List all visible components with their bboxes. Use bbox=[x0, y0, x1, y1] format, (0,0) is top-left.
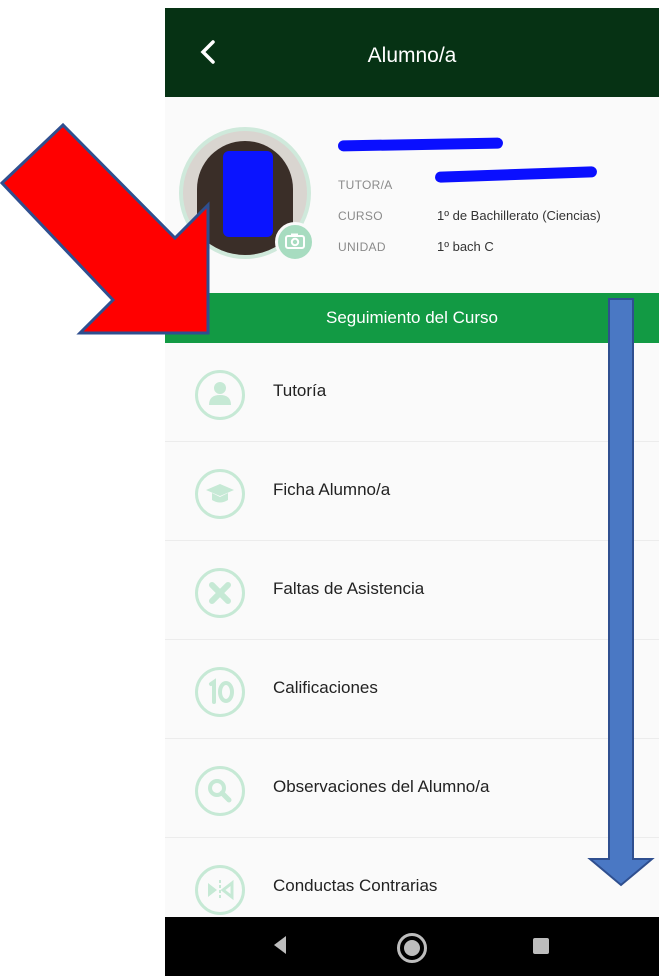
graduation-cap-icon bbox=[195, 469, 245, 519]
menu-item-faltas-asistencia[interactable]: Faltas de Asistencia bbox=[165, 541, 659, 640]
menu-item-tutoria[interactable]: Tutoría bbox=[165, 343, 659, 442]
menu-item-calificaciones[interactable]: Calificaciones bbox=[165, 640, 659, 739]
redacted-face bbox=[223, 151, 273, 237]
curso-value: 1º de Bachillerato (Ciencias) bbox=[437, 208, 601, 223]
split-arrows-icon bbox=[195, 865, 245, 915]
ten-grade-icon bbox=[195, 667, 245, 717]
menu-item-label: Tutoría bbox=[273, 381, 327, 400]
redacted-tutor-name bbox=[434, 166, 598, 183]
menu-item-observaciones[interactable]: Observaciones del Alumno/a bbox=[165, 739, 659, 838]
phone-screen: Alumno/a TUTOR/A CURSO 1º de Bachillerat… bbox=[165, 8, 659, 976]
menu-item-label: Conductas Contrarias bbox=[273, 876, 438, 895]
nav-recent-apps-icon[interactable] bbox=[533, 938, 549, 954]
system-navigation-bar bbox=[165, 917, 659, 976]
unidad-value: 1º bach C bbox=[437, 239, 494, 254]
unidad-label: UNIDAD bbox=[338, 240, 386, 254]
student-profile: TUTOR/A CURSO 1º de Bachillerato (Cienci… bbox=[165, 97, 659, 293]
menu-item-label: Calificaciones bbox=[273, 678, 378, 697]
page-title: Alumno/a bbox=[367, 44, 457, 67]
curso-label: CURSO bbox=[338, 209, 383, 223]
menu-item-label: Faltas de Asistencia bbox=[273, 579, 425, 598]
redacted-student-name bbox=[337, 137, 504, 152]
app-bar: Alumno/a bbox=[165, 8, 659, 97]
menu-item-label: Observaciones del Alumno/a bbox=[273, 777, 490, 796]
magnifier-icon bbox=[195, 766, 245, 816]
camera-icon[interactable] bbox=[275, 222, 315, 262]
tutor-label: TUTOR/A bbox=[338, 178, 393, 192]
section-header: Seguimiento del Curso bbox=[165, 293, 659, 343]
person-icon bbox=[195, 370, 245, 420]
nav-home-icon[interactable] bbox=[397, 933, 427, 963]
menu-item-ficha-alumno[interactable]: Ficha Alumno/a bbox=[165, 442, 659, 541]
close-x-icon bbox=[195, 568, 245, 618]
nav-back-icon[interactable] bbox=[270, 934, 290, 956]
menu-item-label: Ficha Alumno/a bbox=[273, 480, 391, 499]
